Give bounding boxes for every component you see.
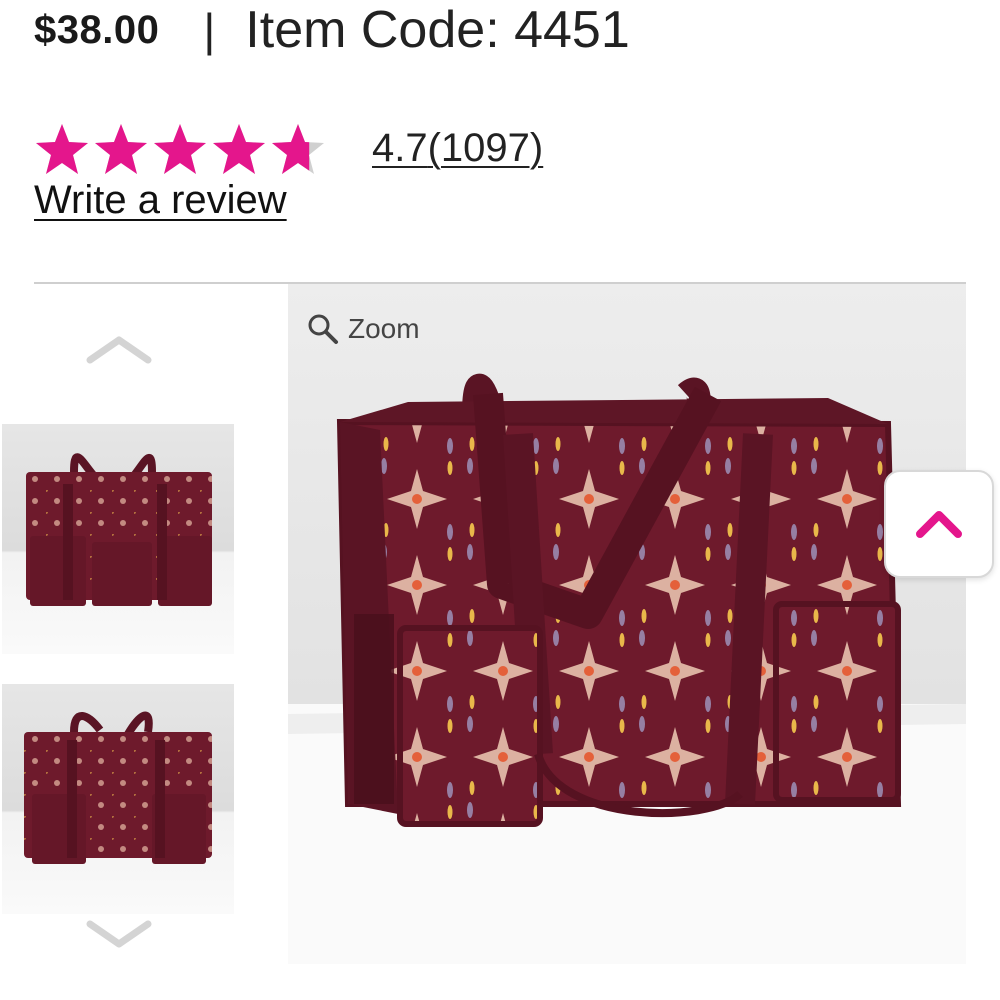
star-icon [95,124,147,174]
zoom-button[interactable]: Zoom [306,312,420,346]
star-rating [34,122,328,178]
star-icon [154,124,206,174]
rating-summary-link[interactable]: 4.7(1097) [372,126,543,171]
review-count: (1097) [427,126,544,170]
chevron-up-icon [916,511,962,538]
rating-stars [34,120,328,180]
tote-bag-image [288,373,966,964]
star-icon [36,124,88,174]
zoom-label: Zoom [348,313,420,344]
star-icon [213,124,265,174]
chevron-up-icon[interactable] [84,332,154,368]
item-code: Item Code: 4451 [245,1,630,59]
rating-value: 4.7 [372,126,428,170]
star-icon [272,124,324,174]
bag-thumbnail-image [26,453,212,606]
main-product-image[interactable] [288,284,966,964]
write-review-link[interactable]: Write a review [34,178,287,223]
product-price: $38.00 [34,7,160,52]
price-separator: | [203,4,216,56]
magnifier-icon [308,314,338,344]
thumbnail-2[interactable] [2,684,234,914]
bag-thumbnail-image [24,711,212,864]
chevron-down-icon[interactable] [84,916,154,952]
back-to-top-button[interactable] [884,470,994,578]
thumbnail-1[interactable] [2,424,234,654]
price-row: $38.00 | Item Code: 4451 [34,0,630,60]
